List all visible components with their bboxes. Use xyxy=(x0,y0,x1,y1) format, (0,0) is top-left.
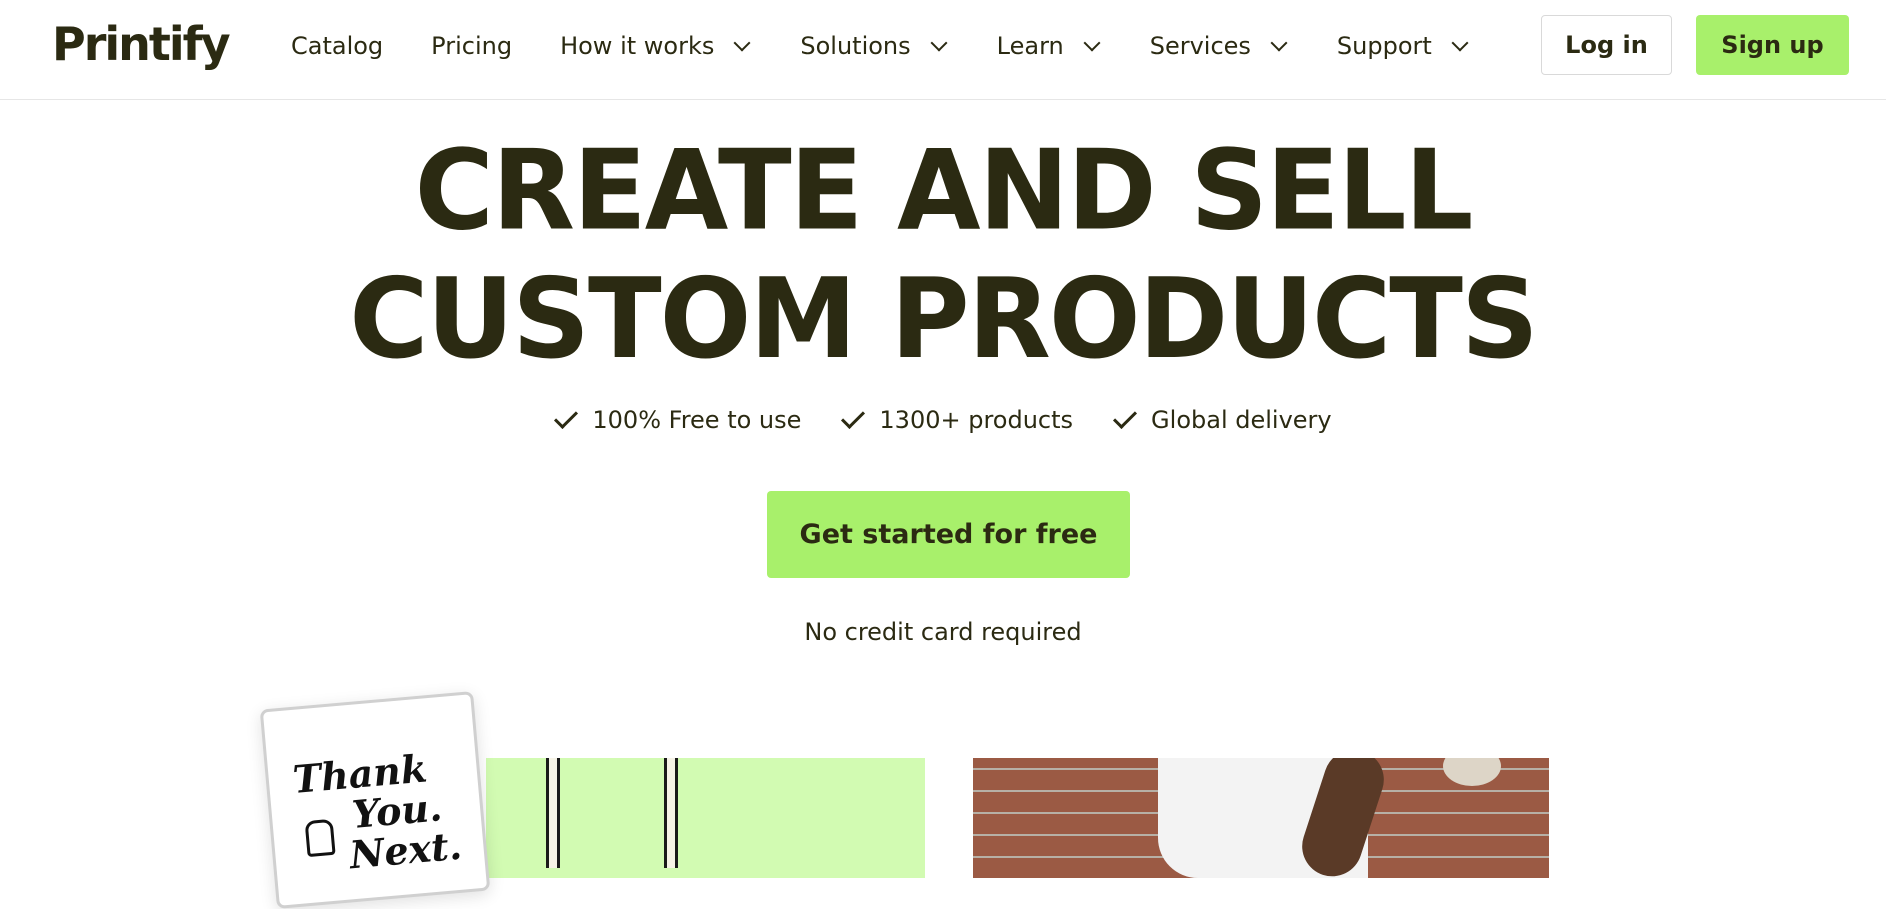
nav-item-catalog[interactable]: Catalog xyxy=(291,24,383,68)
chevron-down-icon xyxy=(1083,34,1101,52)
card-lettering: Thank You. Next. xyxy=(291,745,471,879)
feature-label: Global delivery xyxy=(1151,406,1332,434)
main-nav: Catalog Pricing How it works Solutions L… xyxy=(291,24,1469,68)
feature-item: Global delivery xyxy=(1113,404,1332,434)
feature-label: 1300+ products xyxy=(879,406,1074,434)
check-icon xyxy=(554,404,579,430)
get-started-button[interactable]: Get started for free xyxy=(767,491,1130,578)
printify-logo[interactable]: Printify xyxy=(52,16,231,72)
chevron-down-icon xyxy=(1451,34,1469,52)
feature-item: 1300+ products xyxy=(841,404,1074,434)
bag-handle xyxy=(664,758,678,868)
hero-title-line-1: CREATE AND SELL xyxy=(414,127,1474,255)
thank-you-card-image: Thank You. Next. xyxy=(259,691,491,909)
chevron-down-icon xyxy=(733,34,751,52)
nav-item-solutions[interactable]: Solutions xyxy=(800,24,948,68)
nav-item-learn[interactable]: Learn xyxy=(996,24,1101,68)
check-icon xyxy=(1113,404,1138,430)
nav-item-label: Solutions xyxy=(800,32,911,60)
no-credit-card-note: No credit card required xyxy=(804,618,1082,646)
nav-item-pricing[interactable]: Pricing xyxy=(431,24,512,68)
login-button[interactable]: Log in xyxy=(1541,15,1672,75)
nav-item-label: Catalog xyxy=(291,32,384,60)
feature-label: 100% Free to use xyxy=(592,406,802,434)
peace-hand-icon xyxy=(304,818,336,858)
lifestyle-photo xyxy=(973,758,1549,878)
check-icon xyxy=(841,404,866,430)
feature-item: 100% Free to use xyxy=(554,404,802,434)
nav-item-label: Pricing xyxy=(431,32,513,60)
signup-button[interactable]: Sign up xyxy=(1696,15,1849,75)
nav-item-label: Services xyxy=(1149,32,1251,60)
nav-item-how-it-works[interactable]: How it works xyxy=(560,24,751,68)
nav-item-label: How it works xyxy=(560,32,715,60)
hero-title-line-2: CUSTOM PRODUCTS xyxy=(349,256,1538,384)
bag-handle xyxy=(546,758,560,868)
feature-list: 100% Free to use 1300+ products Global d… xyxy=(0,404,1886,434)
site-header: Printify Catalog Pricing How it works So… xyxy=(0,0,1886,100)
nav-item-services[interactable]: Services xyxy=(1149,24,1288,68)
chevron-down-icon xyxy=(930,34,948,52)
nav-item-support[interactable]: Support xyxy=(1336,24,1469,68)
chevron-down-icon xyxy=(1270,34,1288,52)
nav-item-label: Learn xyxy=(996,32,1064,60)
tote-bag-image xyxy=(486,758,925,878)
hero-title: CREATE AND SELL CUSTOM PRODUCTS xyxy=(0,127,1886,384)
wall-lamp xyxy=(1443,758,1501,786)
nav-item-label: Support xyxy=(1336,32,1432,60)
